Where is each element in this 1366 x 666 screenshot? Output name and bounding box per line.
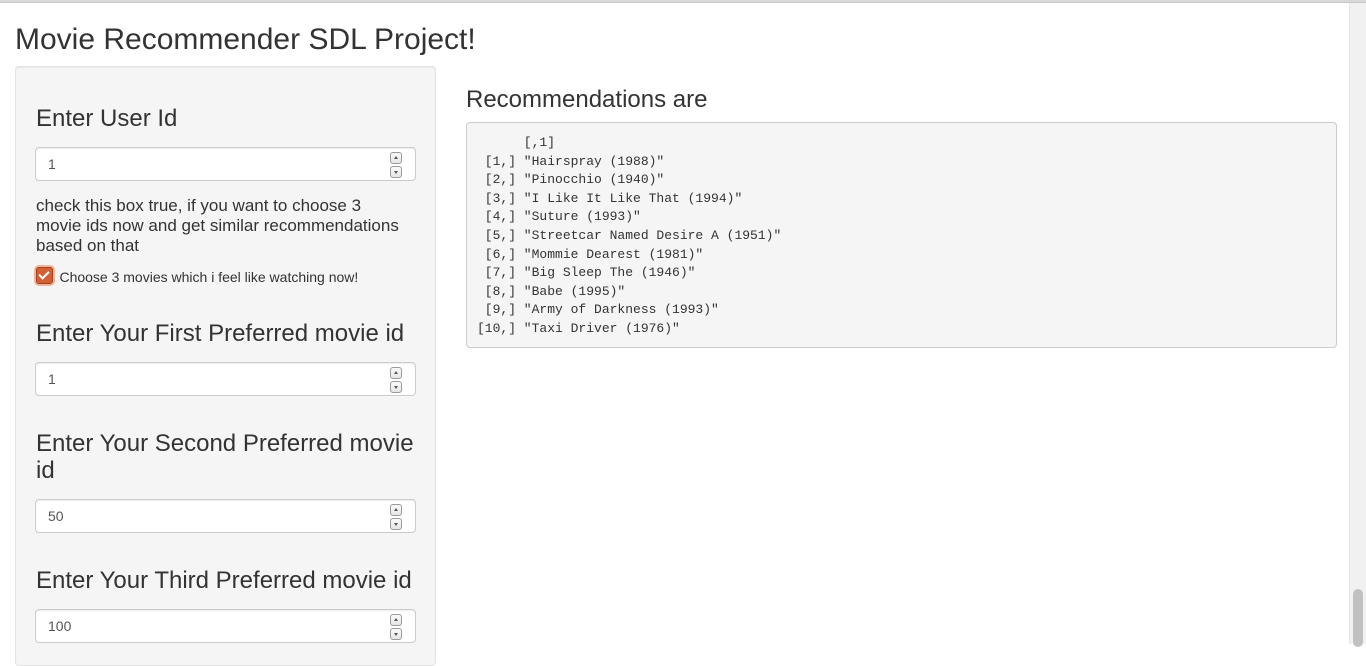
first-movie-input[interactable]: 1	[35, 362, 416, 396]
choose-movies-checkbox-label[interactable]: Choose 3 movies which i feel like watchi…	[59, 269, 358, 285]
chevron-down-icon[interactable]	[390, 166, 402, 178]
first-movie-value: 1	[48, 371, 56, 387]
second-movie-input[interactable]: 50	[35, 499, 416, 533]
checkmark-icon[interactable]	[36, 267, 53, 285]
output-row: [8,] "Babe (1995)"	[477, 283, 626, 299]
browser-top-border	[0, 0, 1366, 3]
second-movie-spinner[interactable]	[390, 504, 402, 530]
third-movie-input[interactable]: 100	[35, 609, 416, 643]
scrollbar-thumb[interactable]	[1353, 589, 1363, 647]
first-movie-label: Enter Your First Preferred movie id	[36, 320, 405, 347]
second-movie-value: 50	[48, 508, 64, 524]
page-title: Movie Recommender SDL Project!	[15, 23, 476, 56]
output-row: [2,] "Pinocchio (1940)"	[477, 172, 665, 188]
chevron-up-icon[interactable]	[390, 367, 402, 379]
third-movie-label: Enter Your Third Preferred movie id	[36, 567, 412, 594]
chevron-down-icon[interactable]	[390, 518, 402, 530]
output-row: [5,] "Streetcar Named Desire A (1951)"	[477, 227, 782, 243]
sidebar-panel: Enter User Id 1 check this box true, if …	[15, 66, 436, 666]
chevron-up-icon[interactable]	[390, 614, 402, 626]
page-scrollbar[interactable]	[1349, 3, 1366, 647]
first-movie-spinner[interactable]	[390, 367, 402, 393]
user-id-label: Enter User Id	[36, 105, 178, 132]
user-id-input[interactable]: 1	[35, 147, 416, 181]
chevron-up-icon[interactable]	[390, 152, 402, 164]
second-movie-label: Enter Your Second Preferred movie id	[36, 430, 414, 484]
chevron-down-icon[interactable]	[390, 628, 402, 640]
checkbox-help-text: check this box true, if you want to choo…	[36, 196, 399, 255]
output-row: [1,] "Hairspray (1988)"	[477, 153, 665, 169]
output-row: [6,] "Mommie Dearest (1981)"	[477, 246, 704, 262]
user-id-value: 1	[48, 156, 56, 172]
output-header: [,1]	[477, 135, 556, 150]
third-movie-value: 100	[48, 618, 72, 634]
output-row: [3,] "I Like It Like That (1994)"	[477, 190, 743, 206]
user-id-spinner[interactable]	[390, 152, 402, 178]
output-row: [4,] "Suture (1993)"	[477, 209, 641, 225]
recommendations-heading: Recommendations are	[466, 86, 708, 113]
third-movie-spinner[interactable]	[390, 614, 402, 640]
output-row: [9,] "Army of Darkness (1993)"	[477, 302, 719, 318]
chevron-down-icon[interactable]	[390, 381, 402, 393]
choose-movies-checkbox-row[interactable]: Choose 3 movies which i feel like watchi…	[36, 267, 358, 288]
recommendations-output: [,1] [1,] "Hairspray (1988)" [2,] "Pinoc…	[466, 122, 1337, 348]
output-row: [10,] "Taxi Driver (1976)"	[477, 320, 680, 336]
output-row: [7,] "Big Sleep The (1946)"	[477, 265, 696, 281]
chevron-up-icon[interactable]	[390, 504, 402, 516]
